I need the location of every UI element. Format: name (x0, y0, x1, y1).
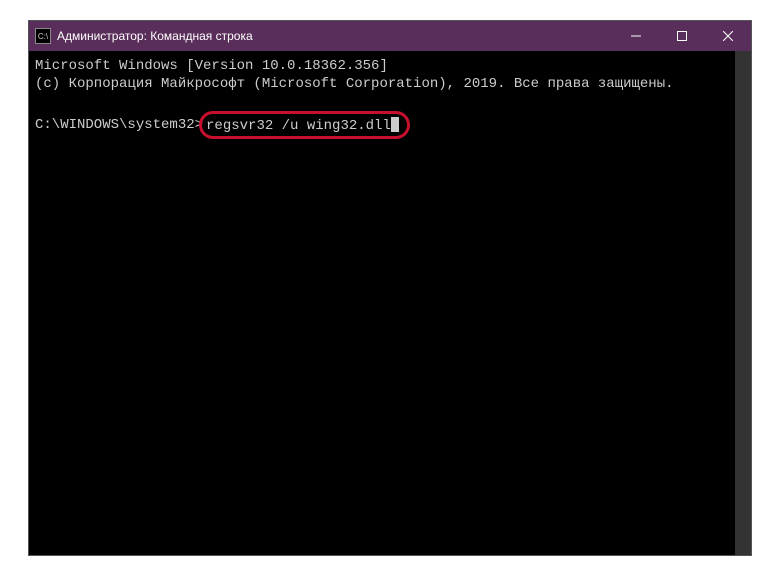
terminal-prompt-line: C:\WINDOWS\system32>regsvr32 /u wing32.d… (35, 111, 745, 139)
titlebar-left: C:\ Администратор: Командная строка (29, 28, 253, 44)
terminal-area[interactable]: Microsoft Windows [Version 10.0.18362.35… (29, 51, 751, 555)
terminal-prompt: C:\WINDOWS\system32> (35, 117, 203, 133)
scrollbar-thumb[interactable] (735, 51, 751, 555)
maximize-icon (677, 31, 687, 41)
close-button[interactable] (705, 21, 751, 51)
terminal-line: (c) Корпорация Майкрософт (Microsoft Cor… (35, 75, 745, 93)
window-title: Администратор: Командная строка (57, 29, 253, 43)
maximize-button[interactable] (659, 21, 705, 51)
command-prompt-window: C:\ Администратор: Командная строка Micr… (28, 20, 752, 556)
terminal-cursor (391, 117, 399, 132)
terminal-command: regsvr32 /u wing32.dll (206, 118, 391, 134)
minimize-icon (631, 31, 641, 41)
scrollbar[interactable] (735, 51, 751, 555)
close-icon (723, 31, 733, 41)
window-controls (613, 21, 751, 51)
cmd-icon-glyph: C:\ (38, 32, 48, 41)
titlebar: C:\ Администратор: Командная строка (29, 21, 751, 51)
minimize-button[interactable] (613, 21, 659, 51)
terminal-line: Microsoft Windows [Version 10.0.18362.35… (35, 57, 745, 75)
terminal-blank-line (35, 93, 745, 111)
highlight-annotation: regsvr32 /u wing32.dll (199, 111, 410, 139)
cmd-icon: C:\ (35, 28, 51, 44)
